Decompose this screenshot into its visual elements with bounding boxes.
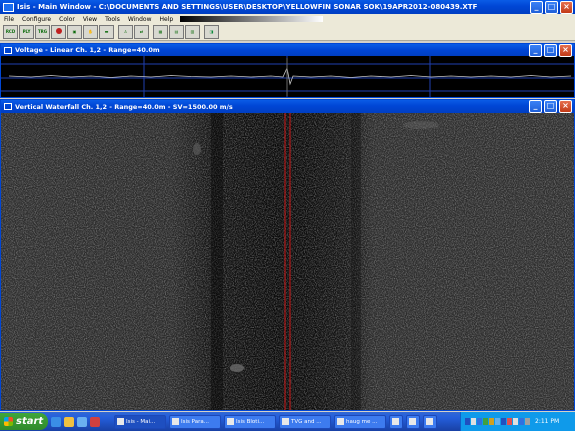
clock[interactable]: 2:11 PM bbox=[535, 418, 559, 425]
seafloor-target bbox=[230, 364, 244, 372]
main-window-titlebar[interactable]: Isis - Main Window - C:\DOCUMENTS AND SE… bbox=[0, 0, 575, 14]
start-label: start bbox=[16, 416, 44, 427]
panel-icon bbox=[4, 46, 12, 54]
minimize-button[interactable]: _ bbox=[530, 0, 543, 14]
menu-help[interactable]: Help bbox=[156, 16, 178, 23]
waterfall-close-button[interactable]: × bbox=[559, 100, 572, 113]
menu-bar: File Configure Color View Tools Window H… bbox=[0, 14, 575, 24]
outlook-icon[interactable] bbox=[77, 416, 87, 427]
tray-icon[interactable] bbox=[513, 418, 518, 425]
task-icon bbox=[172, 418, 179, 425]
task-icon bbox=[426, 418, 433, 425]
folder-icon[interactable] bbox=[64, 416, 74, 427]
color-scale-bar bbox=[180, 16, 323, 22]
speaker-icon[interactable] bbox=[525, 418, 530, 425]
tray-icon[interactable] bbox=[519, 418, 524, 425]
windows-logo-icon bbox=[4, 417, 13, 426]
task-extra-2[interactable] bbox=[406, 414, 420, 429]
voltage-panel: Voltage - Linear Ch. 1,2 - Range=40.0m _… bbox=[0, 43, 575, 98]
start-button[interactable]: start bbox=[0, 413, 48, 430]
grid-icon[interactable]: ▦ bbox=[153, 25, 168, 39]
media-icon[interactable] bbox=[90, 416, 100, 427]
voltage-close-button[interactable]: × bbox=[559, 43, 572, 57]
sonar-waterfall-image bbox=[1, 113, 574, 410]
task-isis-blotter[interactable]: Isis Bloti... bbox=[224, 414, 276, 429]
app-icon bbox=[3, 2, 14, 12]
system-tray: 2:11 PM bbox=[460, 412, 575, 431]
tray-icon[interactable] bbox=[483, 418, 488, 425]
task-extra-1[interactable] bbox=[389, 414, 403, 429]
play-button[interactable]: PLY bbox=[19, 25, 34, 39]
person-icon[interactable]: ♙ bbox=[118, 25, 133, 39]
menu-configure[interactable]: Configure bbox=[18, 16, 55, 23]
menu-file[interactable]: File bbox=[0, 16, 18, 23]
ie-icon[interactable] bbox=[51, 416, 61, 427]
toolbar: RCD PLY TRG ▣ ✋ ▬ ♙ ⇄ ▦ ▤ ▥ ◨ bbox=[0, 24, 575, 41]
stop-icon[interactable] bbox=[51, 25, 66, 39]
window-title: Isis - Main Window - C:\DOCUMENTS AND SE… bbox=[17, 3, 478, 11]
task-icon bbox=[227, 418, 234, 425]
task-icon bbox=[392, 418, 399, 425]
task-icon bbox=[117, 418, 124, 425]
pan-icon[interactable]: ✋ bbox=[83, 25, 98, 39]
waterfall-minimize-button[interactable]: _ bbox=[529, 100, 542, 113]
taskbar: start Isis - Mai... Isis Para... Isis Bl… bbox=[0, 412, 575, 431]
voltage-panel-title: Voltage - Linear Ch. 1,2 - Range=40.0m bbox=[15, 46, 160, 54]
waterfall-panel: Vertical Waterfall Ch. 1,2 - Range=40.0m… bbox=[0, 99, 575, 411]
task-icon bbox=[337, 418, 344, 425]
voltage-maximize-button[interactable]: □ bbox=[544, 43, 557, 57]
close-button[interactable]: × bbox=[560, 0, 573, 14]
tray-icon[interactable] bbox=[501, 418, 506, 425]
waterfall-maximize-button[interactable]: □ bbox=[544, 100, 557, 113]
monitor-icon[interactable]: ◨ bbox=[204, 25, 219, 39]
task-isis-param[interactable]: Isis Para... bbox=[169, 414, 221, 429]
waterfall-panel-title: Vertical Waterfall Ch. 1,2 - Range=40.0m… bbox=[15, 102, 233, 111]
maximize-button[interactable]: □ bbox=[545, 0, 558, 14]
task-tvg[interactable]: TVG and ... bbox=[279, 414, 331, 429]
panel-icon bbox=[4, 103, 12, 110]
voltage-minimize-button[interactable]: _ bbox=[529, 43, 542, 57]
tray-icon[interactable] bbox=[471, 418, 476, 425]
voltage-trace bbox=[1, 56, 574, 97]
tape-icon[interactable]: ▬ bbox=[99, 25, 114, 39]
tray-icon[interactable] bbox=[495, 418, 500, 425]
tray-icon[interactable] bbox=[489, 418, 494, 425]
panel-icon[interactable]: ▥ bbox=[185, 25, 200, 39]
task-haug[interactable]: haug me ... bbox=[334, 414, 386, 429]
menu-color[interactable]: Color bbox=[55, 16, 79, 23]
tray-icon[interactable] bbox=[477, 418, 482, 425]
task-icon bbox=[409, 418, 416, 425]
record-button[interactable]: RCD bbox=[3, 25, 18, 39]
task-isis-main[interactable]: Isis - Mai... bbox=[114, 414, 166, 429]
tray-icon[interactable] bbox=[465, 418, 470, 425]
voltage-panel-titlebar[interactable]: Voltage - Linear Ch. 1,2 - Range=40.0m _… bbox=[1, 43, 574, 57]
waterfall-panel-titlebar[interactable]: Vertical Waterfall Ch. 1,2 - Range=40.0m… bbox=[1, 100, 574, 113]
transfer-icon[interactable]: ⇄ bbox=[134, 25, 149, 39]
layers-icon[interactable]: ▤ bbox=[169, 25, 184, 39]
menu-view[interactable]: View bbox=[79, 16, 101, 23]
task-extra-3[interactable] bbox=[423, 414, 437, 429]
menu-tools[interactable]: Tools bbox=[101, 16, 124, 23]
task-icon bbox=[282, 418, 289, 425]
tray-icon[interactable] bbox=[507, 418, 512, 425]
save-icon[interactable]: ▣ bbox=[67, 25, 82, 39]
trigger-button[interactable]: TRG bbox=[35, 25, 50, 39]
menu-window[interactable]: Window bbox=[124, 16, 156, 23]
